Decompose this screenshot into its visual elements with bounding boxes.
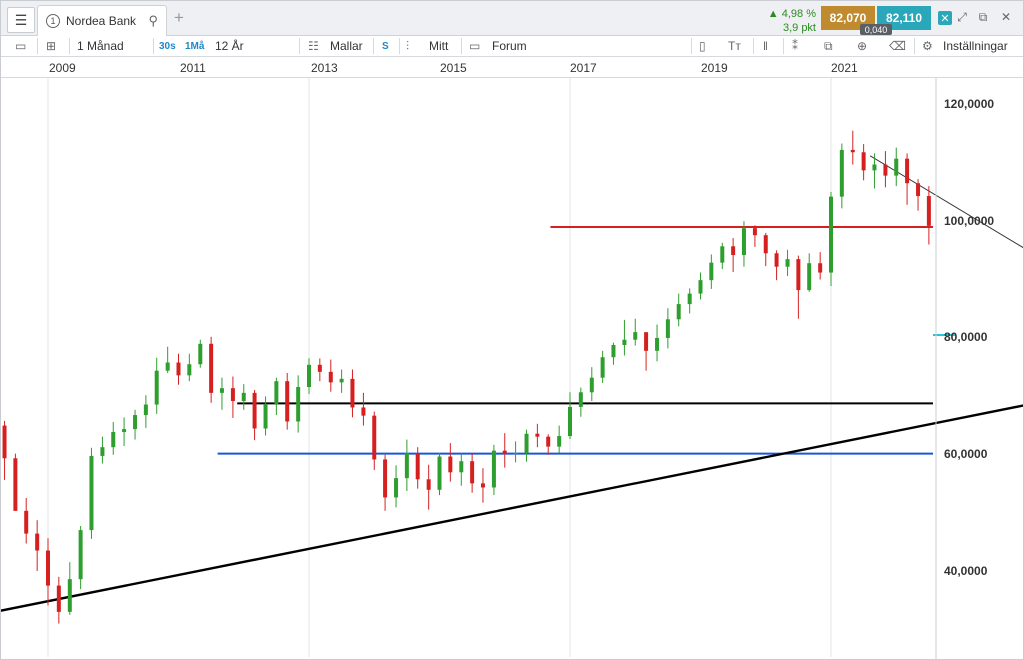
candle-body xyxy=(502,450,507,454)
candle-body xyxy=(426,479,431,490)
candle-body xyxy=(589,377,594,393)
candle-body xyxy=(361,407,366,416)
candle-body xyxy=(209,343,214,393)
candle-body xyxy=(905,158,910,184)
candle-body xyxy=(655,337,660,351)
candle-body xyxy=(46,550,50,586)
candle-body xyxy=(524,433,529,454)
candle-body xyxy=(600,357,605,378)
candle-body xyxy=(731,246,736,256)
candle-body xyxy=(111,431,116,448)
candle-body xyxy=(709,262,714,281)
candle-body xyxy=(307,364,311,388)
candle-body xyxy=(187,364,192,376)
candle-body xyxy=(557,436,562,447)
candle-body xyxy=(230,388,235,402)
candle-body xyxy=(415,453,420,480)
candle-body xyxy=(633,332,638,340)
candle-body xyxy=(568,406,572,437)
candle-body xyxy=(861,152,866,171)
candle-body xyxy=(78,530,83,580)
candle-body xyxy=(394,478,399,498)
candle-body xyxy=(480,483,485,488)
candle-body xyxy=(404,453,409,479)
candle-body xyxy=(611,344,616,358)
candle-body xyxy=(459,461,464,473)
candle-body xyxy=(807,263,812,291)
candle-body xyxy=(372,415,377,460)
candle-body xyxy=(883,164,888,176)
candle-body xyxy=(219,388,224,393)
candle-body xyxy=(546,436,551,447)
candle-body xyxy=(818,263,823,273)
candle-body xyxy=(89,455,94,531)
candle-body xyxy=(752,228,757,236)
candle-body xyxy=(676,304,681,320)
candle-body xyxy=(687,293,692,305)
candle-body xyxy=(829,196,833,273)
candle-body xyxy=(448,456,453,473)
candle-body xyxy=(916,183,921,197)
candle-body xyxy=(622,339,627,345)
price-chart[interactable]: 120,0000 100,0000 80,0000 60,0000 40,000… xyxy=(1,1,1023,659)
trend-line xyxy=(1,404,1023,612)
candle-body xyxy=(720,246,725,263)
candle-body xyxy=(741,228,746,256)
candle-body xyxy=(133,415,138,430)
candle-body xyxy=(850,149,855,153)
candle-body xyxy=(122,429,127,432)
candle-body xyxy=(24,510,29,534)
candle-body xyxy=(839,149,844,197)
candle-body xyxy=(437,456,442,490)
candle-body xyxy=(698,280,703,294)
y-tick-label: 60,0000 xyxy=(944,447,988,461)
candle-body xyxy=(926,196,931,226)
candle-body xyxy=(35,533,40,551)
candle-body xyxy=(198,343,203,365)
candle-body xyxy=(796,259,801,291)
candle-body xyxy=(317,364,322,372)
candle-body xyxy=(350,378,355,408)
candle-body xyxy=(143,404,148,416)
candle-body xyxy=(578,392,583,407)
candle-body xyxy=(894,158,899,176)
candle-body xyxy=(176,362,181,376)
candle-body xyxy=(296,387,301,422)
candle-body xyxy=(2,425,7,459)
candle-body xyxy=(165,362,170,371)
candle-body xyxy=(285,381,290,422)
candle-body xyxy=(785,259,790,267)
candle-body xyxy=(774,253,779,267)
y-tick-label: 120,0000 xyxy=(944,97,994,111)
candle-body xyxy=(56,585,61,612)
candle-body xyxy=(513,453,518,455)
candle-body xyxy=(13,458,18,511)
candle-body xyxy=(383,459,388,498)
candle-body xyxy=(491,450,496,488)
candle-body xyxy=(263,403,268,429)
y-tick-label: 80,0000 xyxy=(944,330,988,344)
candle-body xyxy=(339,378,344,383)
candle-body xyxy=(328,371,333,383)
candle-body xyxy=(100,447,105,456)
y-tick-label: 100,0000 xyxy=(944,214,994,228)
candle-body xyxy=(274,381,279,404)
candle-body xyxy=(665,319,670,338)
candle-body xyxy=(154,370,159,405)
candle-body xyxy=(872,164,877,171)
y-tick-label: 40,0000 xyxy=(944,564,988,578)
candle-body xyxy=(252,392,257,429)
candle-body xyxy=(67,579,72,612)
candle-body xyxy=(763,235,768,254)
chart-window: ☰ 1 Nordea Bank ⚲ + ▲ 4,98 % 3,9 pkt 82,… xyxy=(0,0,1024,660)
candle-body xyxy=(535,433,540,437)
candle-body xyxy=(241,392,246,402)
candle-body xyxy=(644,332,649,351)
candle-body xyxy=(470,461,475,484)
